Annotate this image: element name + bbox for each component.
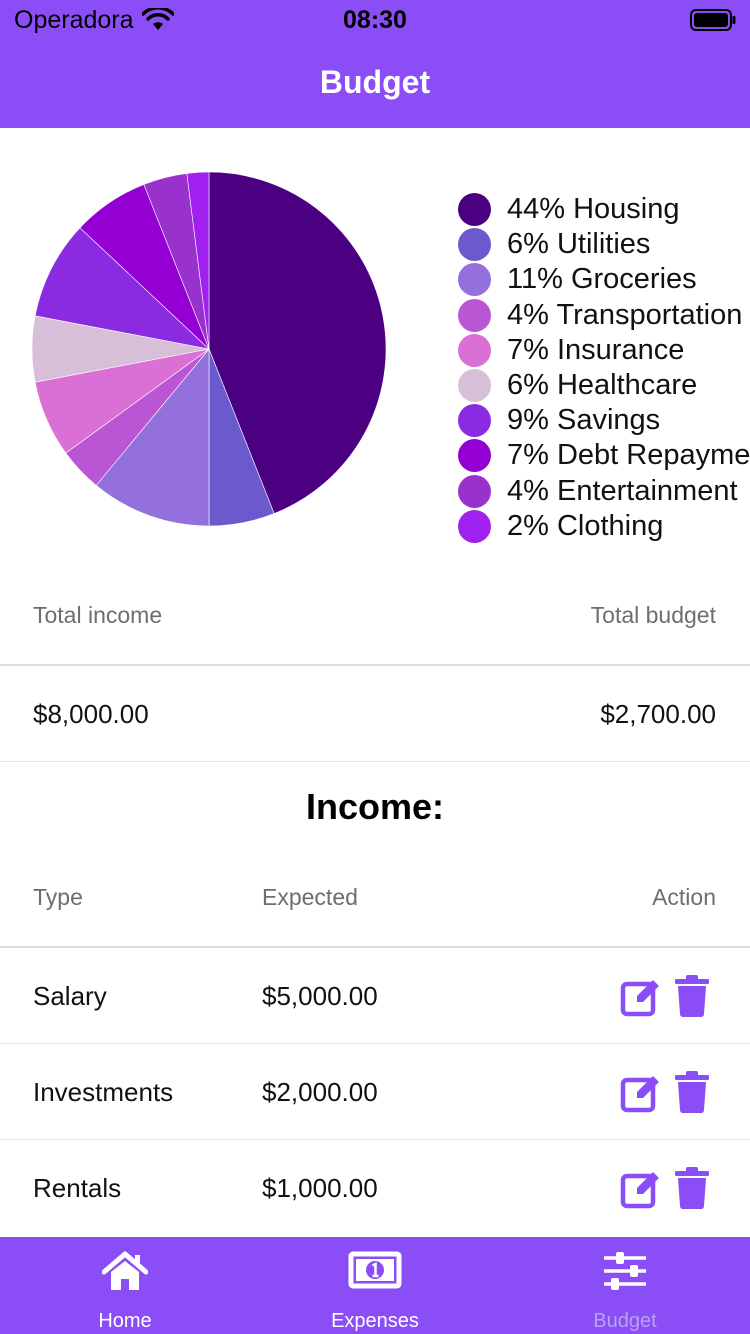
legend-label: 6% Healthcare — [507, 369, 698, 402]
legend-swatch — [458, 298, 491, 332]
divider — [0, 761, 750, 762]
income-type: Salary — [33, 981, 107, 1011]
legend-label: 7% Debt Repayment — [507, 439, 750, 472]
legend-label: 9% Savings — [507, 404, 661, 437]
legend-label: 44% Housing — [507, 193, 680, 226]
trash-icon[interactable] — [674, 974, 710, 1018]
legend-swatch — [458, 228, 491, 262]
table-row: Salary $5,000.00 — [0, 948, 750, 1043]
home-icon — [0, 1251, 250, 1291]
total-income-label: Total income — [33, 602, 163, 628]
column-header-type: Type — [33, 884, 83, 910]
legend-label: 7% Insurance — [507, 333, 685, 366]
tab-expenses[interactable]: Expenses — [250, 1237, 500, 1334]
trash-icon[interactable] — [674, 1166, 710, 1210]
table-row: Investments $2,000.00 — [0, 1044, 750, 1139]
tab-home[interactable]: Home — [0, 1237, 250, 1334]
trash-icon[interactable] — [674, 1070, 710, 1114]
legend-item: 44% Housing — [458, 192, 750, 227]
legend-item: 7% Debt Repayment — [458, 438, 750, 473]
status-bar: Operadora 08:30 — [0, 0, 750, 40]
income-section-title: Income: — [305, 786, 445, 827]
tab-label: Home — [98, 1310, 152, 1332]
legend-item: 6% Utilities — [458, 227, 750, 262]
legend-label: 4% Entertainment — [507, 474, 738, 507]
legend-swatch — [458, 369, 491, 403]
income-expected: $5,000.00 — [262, 981, 378, 1011]
legend-item: 6% Healthcare — [458, 368, 750, 403]
legend-label: 2% Clothing — [507, 509, 664, 542]
legend-item: 4% Entertainment — [458, 474, 750, 509]
legend-swatch — [458, 509, 491, 543]
income-expected: $2,000.00 — [262, 1077, 378, 1107]
budget-pie-chart: 44% Housing 6% Utilities 11% Groceries 4% T… — [0, 128, 750, 568]
income-type: Rentals — [33, 1173, 122, 1203]
column-header-action: Action — [652, 884, 716, 910]
legend-item: 7% Insurance — [458, 333, 750, 368]
tab-label: Budget — [593, 1310, 657, 1332]
legend-swatch — [458, 333, 491, 367]
legend-item: 11% Groceries — [458, 262, 750, 297]
total-budget-label: Total budget — [590, 602, 716, 628]
legend-swatch — [458, 439, 491, 473]
legend-item: 2% Clothing — [458, 509, 750, 544]
legend-swatch — [458, 474, 491, 508]
total-income-value: $8,000.00 — [33, 699, 149, 729]
status-time: 08:30 — [343, 6, 407, 34]
tab-budget[interactable]: Budget — [500, 1237, 750, 1334]
legend-item: 9% Savings — [458, 403, 750, 438]
battery-icon — [690, 9, 736, 36]
pie-chart — [31, 171, 387, 527]
legend-swatch — [458, 404, 491, 438]
tab-bar: Home Expenses Budget — [0, 1237, 750, 1334]
edit-icon[interactable] — [620, 1071, 662, 1113]
legend-label: 4% Transportation — [507, 298, 743, 331]
legend-item: 4% Transportation — [458, 298, 750, 333]
table-row: Rentals $1,000.00 — [0, 1140, 750, 1235]
totals-header: Total income Total budget — [0, 568, 750, 664]
legend-label: 6% Utilities — [507, 228, 651, 261]
money-icon — [250, 1251, 500, 1289]
income-table-header: Type Expected Action — [0, 850, 750, 946]
sliders-icon — [500, 1251, 750, 1291]
tab-label: Expenses — [331, 1310, 419, 1332]
page-title: Budget — [319, 64, 431, 100]
income-expected: $1,000.00 — [262, 1173, 378, 1203]
edit-icon[interactable] — [620, 1167, 662, 1209]
total-budget-value: $2,700.00 — [600, 699, 716, 729]
income-type: Investments — [33, 1077, 174, 1107]
legend-label: 11% Groceries — [507, 263, 697, 296]
nav-bar: Budget — [0, 40, 750, 128]
totals-row: $8,000.00 $2,700.00 — [0, 666, 750, 761]
chart-legend: 44% Housing 6% Utilities 11% Groceries 4% T… — [458, 192, 750, 544]
legend-swatch — [458, 263, 491, 297]
column-header-expected: Expected — [262, 884, 358, 910]
legend-swatch — [458, 193, 491, 227]
edit-icon[interactable] — [620, 975, 662, 1017]
